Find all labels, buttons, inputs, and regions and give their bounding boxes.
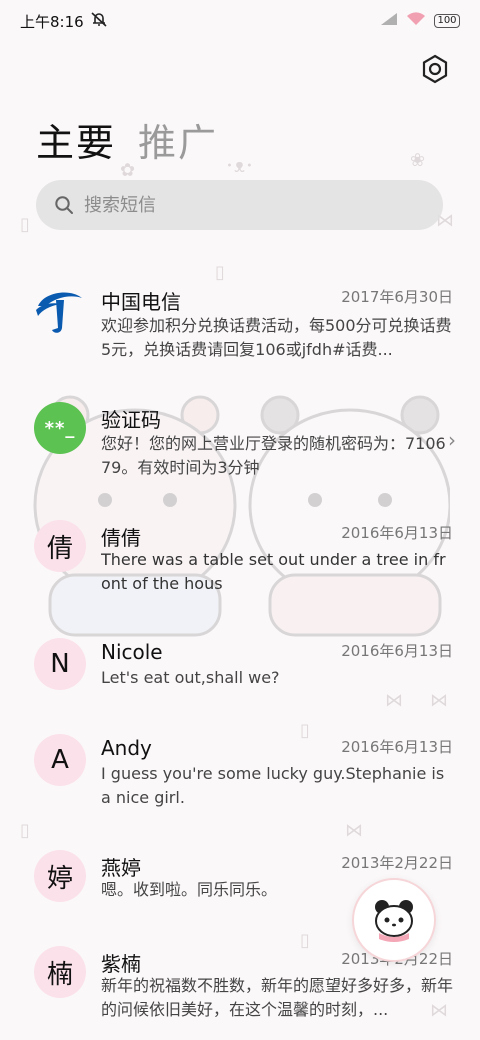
conversation-name: Nicole — [101, 640, 163, 664]
panda-icon — [375, 900, 413, 942]
settings-button[interactable] — [420, 54, 450, 84]
conversation-name: 中国电信 — [101, 290, 181, 314]
conversation-avatar: 婷 — [34, 850, 86, 902]
doodle-icon: ❀ — [410, 150, 426, 171]
search-icon — [55, 196, 73, 214]
battery-icon: 100 — [434, 14, 460, 28]
conversation-date: 2016年6月13日 — [341, 642, 453, 660]
tab-promotion[interactable]: 推广 — [138, 112, 218, 167]
conversation-avatar: N — [34, 638, 86, 690]
conversation-avatar: 倩 — [34, 520, 86, 572]
conversation-date: 2017年6月30日 — [341, 288, 453, 306]
conversation-item[interactable]: A Andy 2016年6月13日 I guess you're some lu… — [0, 732, 480, 832]
conversation-avatar: A — [34, 734, 86, 786]
tab-main[interactable]: 主要 — [36, 112, 116, 167]
status-bar: 上午8:16 100 — [0, 0, 480, 42]
conversation-name: 验证码 — [101, 408, 161, 432]
tab-bar: 主要 推广 — [36, 112, 218, 167]
conversation-date: 2013年2月22日 — [341, 854, 453, 872]
wifi-icon — [406, 12, 426, 30]
conversation-avatar: 楠 — [34, 946, 86, 998]
conversation-name: 紫楠 — [101, 952, 141, 976]
conversation-name: 倩倩 — [101, 526, 141, 550]
doodle-icon: ▯ — [20, 214, 30, 235]
search-bar[interactable] — [36, 180, 443, 230]
status-time: 上午8:16 — [20, 12, 84, 31]
conversation-name: Andy — [101, 736, 152, 760]
compose-button[interactable] — [352, 878, 436, 962]
doodle-icon: ･ᴥ･ — [225, 156, 254, 177]
conversation-preview: 新年的祝福数不胜数，新年的愿望好多好多，新年的问候依旧美好，在这个温馨的时刻，.… — [101, 976, 453, 1019]
conversation-item[interactable]: 倩 倩倩 2016年6月13日 There was a table set ou… — [0, 518, 480, 618]
conversation-item[interactable]: **_ 验证码 您好！您的网上营业厅登录的随机密码为：710679。有效时间为3… — [0, 400, 480, 500]
mute-icon — [90, 11, 108, 31]
conversation-preview: I guess you're some lucky guy.Stephanie … — [101, 764, 445, 807]
signal-icon — [380, 12, 398, 30]
gear-icon — [422, 54, 448, 84]
conversation-preview: Let's eat out,shall we? — [101, 668, 280, 687]
conversation-name: 燕婷 — [101, 856, 141, 880]
conversation-preview: 欢迎参加积分兑换话费活动，每500分可兑换话费5元，兑换话费请回复106或jfd… — [101, 316, 452, 359]
conversation-avatar: **_ — [34, 402, 86, 454]
conversation-date: 2016年6月13日 — [341, 738, 453, 756]
conversation-preview: There was a table set out under a tree i… — [101, 550, 446, 593]
search-input[interactable] — [84, 194, 404, 216]
conversation-date: 2016年6月13日 — [341, 524, 453, 542]
conversation-item[interactable]: 中国电信 2017年6月30日 欢迎参加积分兑换话费活动，每500分可兑换话费5… — [0, 278, 480, 378]
telecom-logo-icon — [34, 284, 86, 336]
chevron-right-icon: › — [448, 428, 456, 452]
conversation-item[interactable]: N Nicole 2016年6月13日 Let's eat out,shall … — [0, 636, 480, 736]
conversation-preview: 您好！您的网上营业厅登录的随机密码为：710679。有效时间为3分钟 — [101, 434, 446, 477]
